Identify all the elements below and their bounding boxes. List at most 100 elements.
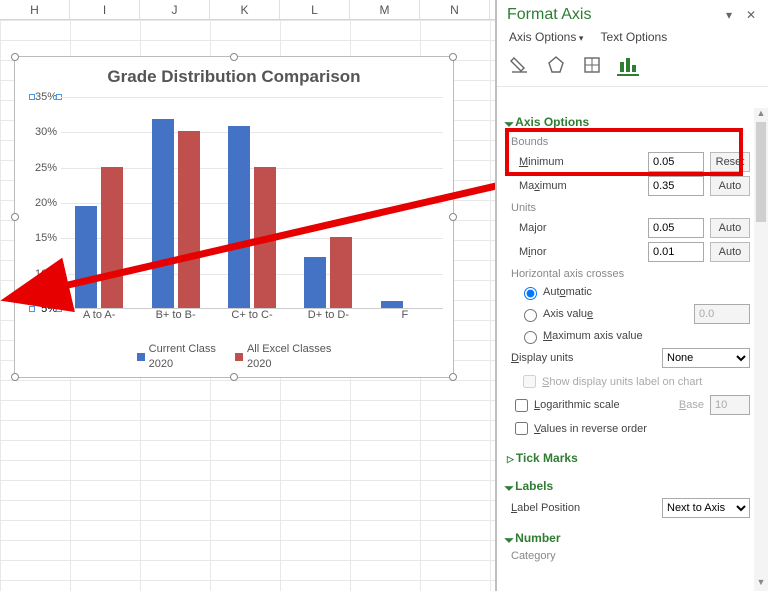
cross-axis-value-radio[interactable] [524, 309, 537, 322]
hcross-heading: Horizontal axis crosses [507, 264, 750, 282]
resize-handle[interactable] [11, 213, 19, 221]
spreadsheet[interactable]: H I J K L M N Grade Distribution Compari… [0, 0, 495, 591]
units-heading: Units [507, 198, 750, 216]
x-axis-label[interactable]: A to A- [61, 309, 137, 327]
resize-handle[interactable] [449, 373, 457, 381]
col-header[interactable]: M [350, 0, 420, 19]
max-label: Maximum [519, 180, 648, 192]
resize-handle[interactable] [230, 53, 238, 61]
col-header[interactable]: H [0, 0, 70, 19]
display-units-label: Display units [511, 352, 662, 364]
max-input[interactable] [648, 176, 704, 196]
y-axis-tick[interactable]: 15% [23, 232, 57, 244]
legend-item[interactable]: All Excel Classes 2020 [235, 342, 331, 371]
show-du-label-checkbox [523, 375, 536, 388]
task-pane-options-icon[interactable]: ▾ [722, 8, 736, 22]
tab-axis-options[interactable]: Axis Options [509, 30, 583, 44]
chart-legend[interactable]: Current Class 2020 All Excel Classes 202… [15, 342, 453, 371]
minor-auto-button[interactable]: Auto [710, 242, 750, 262]
bounds-heading: Bounds [507, 132, 750, 150]
minor-input[interactable] [648, 242, 704, 262]
bar[interactable] [304, 257, 326, 308]
cross-automatic-label: Automatic [543, 286, 592, 298]
pane-body: Axis Options Bounds Minimum Reset Maximu… [497, 108, 754, 591]
chart-title[interactable]: Grade Distribution Comparison [15, 57, 453, 93]
pane-title: Format Axis [507, 6, 714, 24]
label-position-label: Label Position [511, 502, 662, 514]
min-label: Minimum [519, 156, 648, 168]
size-properties-icon[interactable] [581, 54, 603, 76]
tab-text-options[interactable]: Text Options [601, 30, 668, 44]
plot-area[interactable]: 5%10%15%20%25%30%35% A to A-B+ to B-C+ t… [23, 97, 447, 327]
resize-handle[interactable] [11, 53, 19, 61]
min-reset-button[interactable]: Reset [710, 152, 750, 172]
pane-scrollbar[interactable]: ▲ ▼ [754, 108, 768, 591]
legend-item[interactable]: Current Class 2020 [137, 342, 216, 371]
bar[interactable] [254, 167, 276, 308]
resize-handle[interactable] [449, 213, 457, 221]
show-du-label: Show display units label on chart [542, 376, 702, 388]
resize-handle[interactable] [449, 53, 457, 61]
log-scale-label: Logarithmic scale [534, 399, 679, 411]
col-header[interactable]: J [140, 0, 210, 19]
y-axis-tick[interactable]: 20% [23, 197, 57, 209]
bar[interactable] [178, 131, 200, 308]
section-number[interactable]: Number [507, 528, 750, 548]
label-position-select[interactable]: Next to Axis [662, 498, 750, 518]
fill-line-icon[interactable] [509, 54, 531, 76]
legend-label: All Excel Classes 2020 [247, 342, 331, 371]
y-axis-tick[interactable]: 10% [23, 268, 57, 280]
display-units-select[interactable]: None [662, 348, 750, 368]
bar[interactable] [152, 119, 174, 308]
x-axis-label[interactable]: B+ to B- [137, 309, 213, 327]
scroll-down-icon[interactable]: ▼ [754, 577, 768, 591]
bar[interactable] [330, 237, 352, 308]
major-input[interactable] [648, 218, 704, 238]
section-labels[interactable]: Labels [507, 476, 750, 496]
options-icon-row [497, 46, 768, 87]
min-input[interactable] [648, 152, 704, 172]
base-label: Base [679, 399, 704, 411]
scroll-up-icon[interactable]: ▲ [754, 108, 768, 122]
minor-label: Minor [519, 246, 648, 258]
reverse-checkbox[interactable] [515, 422, 528, 435]
major-label: Major [519, 222, 648, 234]
reverse-label: Values in reverse order [534, 423, 647, 435]
bar[interactable] [228, 126, 250, 308]
legend-swatch-icon [137, 353, 145, 361]
cross-automatic-radio[interactable] [524, 287, 537, 300]
y-axis-tick[interactable]: 25% [23, 162, 57, 174]
x-axis-label[interactable]: D+ to D- [290, 309, 366, 327]
format-axis-pane: Format Axis ▾ ✕ Axis Options Text Option… [495, 0, 768, 591]
base-input [710, 395, 750, 415]
category-label: Category [511, 550, 556, 562]
resize-handle[interactable] [230, 373, 238, 381]
effects-icon[interactable] [545, 54, 567, 76]
section-tick-marks[interactable]: Tick Marks [507, 448, 750, 468]
y-axis-tick[interactable]: 30% [23, 126, 57, 138]
x-axis-label[interactable]: F [367, 309, 443, 327]
section-axis-options[interactable]: Axis Options [507, 112, 750, 132]
x-axis-label[interactable]: C+ to C- [214, 309, 290, 327]
chart-object[interactable]: Grade Distribution Comparison 5%10%15%20… [14, 56, 454, 378]
legend-label: Current Class 2020 [149, 342, 216, 371]
cross-axis-value-input [694, 304, 750, 324]
column-headers: H I J K L M N [0, 0, 495, 20]
log-scale-checkbox[interactable] [515, 399, 528, 412]
axis-options-icon[interactable] [617, 54, 639, 76]
close-icon[interactable]: ✕ [744, 8, 758, 22]
bar[interactable] [75, 206, 97, 308]
col-header[interactable]: N [420, 0, 490, 19]
scrollbar-thumb[interactable] [756, 122, 766, 222]
col-header[interactable]: L [280, 0, 350, 19]
max-auto-button[interactable]: Auto [710, 176, 750, 196]
major-auto-button[interactable]: Auto [710, 218, 750, 238]
cross-max-label: Maximum axis value [543, 330, 643, 342]
resize-handle[interactable] [11, 373, 19, 381]
legend-swatch-icon [235, 353, 243, 361]
cross-max-radio[interactable] [524, 331, 537, 344]
bar[interactable] [101, 167, 123, 308]
col-header[interactable]: K [210, 0, 280, 19]
bar[interactable] [381, 301, 403, 308]
col-header[interactable]: I [70, 0, 140, 19]
